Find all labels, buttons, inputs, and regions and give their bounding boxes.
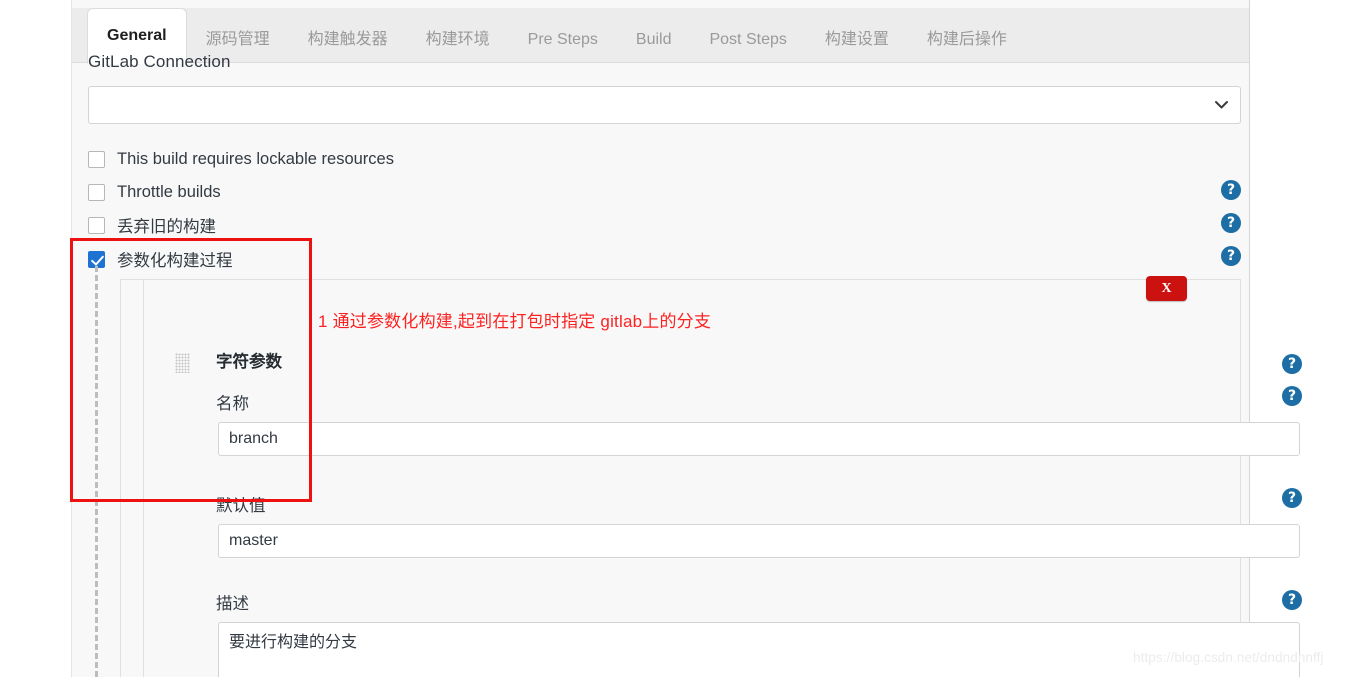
checkbox-label-lockable-resources: This build requires lockable resources bbox=[117, 149, 394, 168]
delete-parameter-button[interactable]: X bbox=[1146, 276, 1187, 301]
right-gutter bbox=[1250, 0, 1361, 677]
checkbox-lockable-resources[interactable] bbox=[88, 150, 105, 168]
help-icon-parameter-name-field[interactable]: ? bbox=[1282, 386, 1302, 406]
help-icon-parameter-default[interactable]: ? bbox=[1282, 488, 1302, 508]
help-icon-discard-old-builds[interactable]: ? bbox=[1221, 213, 1241, 233]
help-icon-parameter-description[interactable]: ? bbox=[1282, 590, 1302, 610]
checkbox-label-parameterized-build: 参数化构建过程 bbox=[117, 252, 233, 270]
checkbox-row-discard-old-builds[interactable]: 丢弃旧的构建 bbox=[88, 212, 216, 238]
checkbox-row-throttle-builds[interactable]: Throttle builds bbox=[88, 179, 221, 205]
checkbox-row-lockable-resources[interactable]: This build requires lockable resources bbox=[88, 146, 394, 172]
chevron-down-icon bbox=[1215, 101, 1228, 109]
parameter-default-label: 默认值 bbox=[216, 497, 266, 515]
config-tabbar: General 源码管理 构建触发器 构建环境 Pre Steps Build … bbox=[72, 8, 1249, 64]
help-icon-parameter-name[interactable]: ? bbox=[1282, 354, 1302, 374]
general-form: GitLab Connection This build requires lo… bbox=[72, 52, 1302, 677]
parameter-name-input[interactable] bbox=[218, 422, 1300, 456]
drag-handle-icon[interactable] bbox=[175, 353, 190, 373]
jenkins-job-config-page: General 源码管理 构建触发器 构建环境 Pre Steps Build … bbox=[0, 0, 1361, 677]
checkbox-label-throttle-builds: Throttle builds bbox=[117, 182, 221, 201]
gitlab-connection-select[interactable] bbox=[88, 86, 1241, 124]
checkbox-parameterized-build[interactable] bbox=[88, 250, 105, 268]
gitlab-connection-field[interactable] bbox=[88, 86, 1241, 124]
checkbox-discard-old-builds[interactable] bbox=[88, 216, 105, 234]
parameter-name-label: 名称 bbox=[216, 395, 249, 413]
gitlab-connection-label: GitLab Connection bbox=[88, 52, 231, 71]
help-icon-throttle-builds[interactable]: ? bbox=[1221, 180, 1241, 200]
string-parameter-panel: 字符参数 名称 默认值 描述 要进行构建的分支 ? ? ? ? bbox=[120, 279, 1302, 677]
parameter-description-label: 描述 bbox=[216, 595, 249, 613]
checkbox-label-discard-old-builds: 丢弃旧的构建 bbox=[117, 218, 216, 236]
parameter-panel-rail bbox=[143, 280, 144, 677]
parameter-default-input[interactable] bbox=[218, 524, 1300, 558]
help-icon-parameterized-build[interactable]: ? bbox=[1221, 246, 1241, 266]
annotation-note-text: 1 通过参数化构建,起到在打包时指定 gitlab上的分支 bbox=[318, 312, 712, 331]
checkbox-throttle-builds[interactable] bbox=[88, 183, 105, 201]
parameter-nesting-rail bbox=[95, 266, 98, 677]
parameter-type-title: 字符参数 bbox=[216, 353, 282, 371]
watermark-text: https://blog.csdn.net/dndndnnffj bbox=[1133, 650, 1324, 665]
checkbox-row-parameterized-build[interactable]: 参数化构建过程 bbox=[88, 246, 233, 272]
